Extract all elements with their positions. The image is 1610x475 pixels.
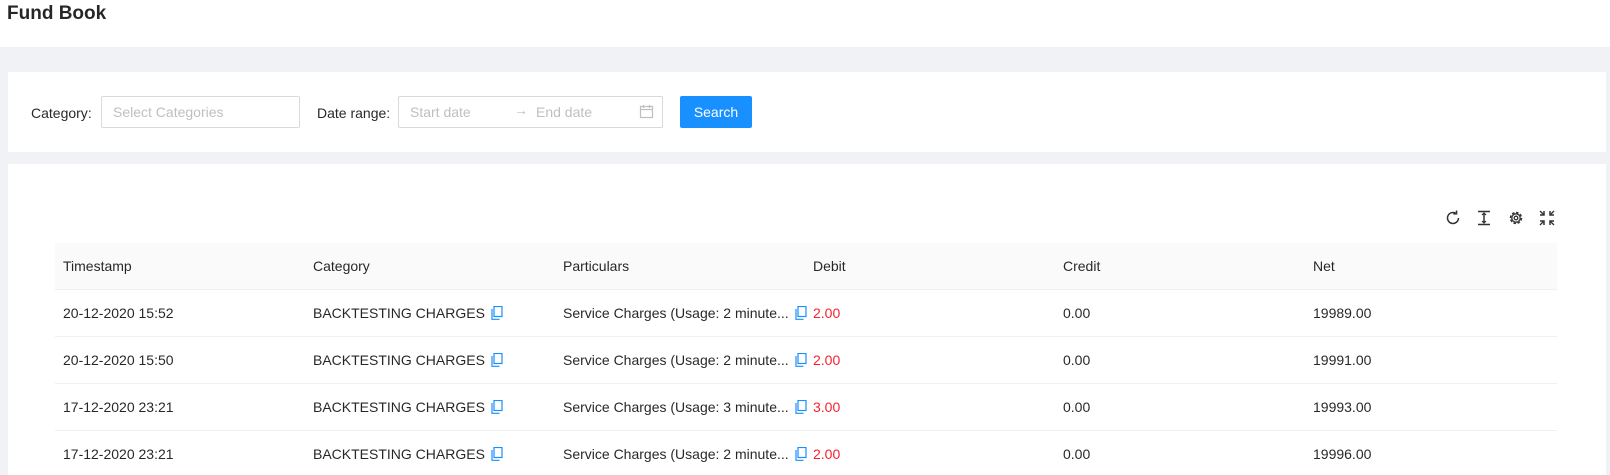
end-date-input[interactable]: End date	[529, 97, 634, 127]
cell-category-text: BACKTESTING CHARGES	[313, 399, 485, 415]
fund-book-table: Timestamp Category Particulars Debit Cre…	[55, 243, 1557, 475]
cell-debit: 2.00	[813, 305, 841, 321]
cell-timestamp: 17-12-2020 23:21	[63, 446, 174, 462]
cell-credit: 0.00	[1063, 352, 1091, 368]
cell-particulars: Service Charges (Usage: 2 minute...	[563, 431, 807, 475]
copy-icon[interactable]	[795, 399, 807, 414]
cell-timestamp: 20-12-2020 15:50	[63, 352, 174, 368]
cell-timestamp: 20-12-2020 15:52	[63, 305, 174, 321]
column-header-timestamp[interactable]: Timestamp	[63, 243, 132, 289]
table-header: Timestamp Category Particulars Debit Cre…	[55, 243, 1557, 290]
cell-particulars: Service Charges (Usage: 2 minute...	[563, 290, 807, 336]
table-row: 20-12-2020 15:52 BACKTESTING CHARGES Ser…	[55, 290, 1557, 337]
start-date-placeholder: Start date	[410, 104, 471, 120]
cell-debit: 3.00	[813, 399, 841, 415]
fullscreen-icon[interactable]	[1538, 209, 1556, 227]
cell-debit: 2.00	[813, 446, 841, 462]
cell-category: BACKTESTING CHARGES	[313, 290, 503, 336]
column-header-net[interactable]: Net	[1313, 243, 1335, 289]
copy-icon[interactable]	[491, 352, 503, 367]
cell-credit: 0.00	[1063, 399, 1091, 415]
cell-category-text: BACKTESTING CHARGES	[313, 446, 485, 462]
settings-icon[interactable]	[1507, 209, 1525, 227]
copy-icon[interactable]	[491, 399, 503, 414]
calendar-icon	[639, 104, 654, 119]
column-header-particulars[interactable]: Particulars	[563, 243, 629, 289]
cell-net: 19996.00	[1313, 446, 1372, 462]
column-header-credit[interactable]: Credit	[1063, 243, 1100, 289]
category-placeholder: Select Categories	[113, 104, 224, 120]
column-header-category[interactable]: Category	[313, 243, 370, 289]
cell-credit: 0.00	[1063, 305, 1091, 321]
cell-net: 19991.00	[1313, 352, 1372, 368]
cell-credit: 0.00	[1063, 446, 1091, 462]
table-row: 17-12-2020 23:21 BACKTESTING CHARGES Ser…	[55, 431, 1557, 475]
cell-particulars: Service Charges (Usage: 3 minute...	[563, 384, 807, 430]
cell-category-text: BACKTESTING CHARGES	[313, 305, 485, 321]
cell-particulars-text: Service Charges (Usage: 2 minute...	[563, 446, 789, 462]
cell-debit: 2.00	[813, 352, 841, 368]
cell-timestamp: 17-12-2020 23:21	[63, 399, 174, 415]
cell-net: 19993.00	[1313, 399, 1372, 415]
cell-category: BACKTESTING CHARGES	[313, 337, 503, 383]
cell-particulars-text: Service Charges (Usage: 2 minute...	[563, 305, 789, 321]
copy-icon[interactable]	[491, 305, 503, 320]
cell-net: 19989.00	[1313, 305, 1372, 321]
page-header: Fund Book	[0, 0, 1610, 47]
date-range-label: Date range:	[317, 105, 391, 121]
end-date-placeholder: End date	[536, 104, 593, 120]
page-title: Fund Book	[7, 3, 107, 24]
cell-particulars-text: Service Charges (Usage: 3 minute...	[563, 399, 789, 415]
column-header-debit[interactable]: Debit	[813, 243, 846, 289]
copy-icon[interactable]	[795, 352, 807, 367]
cell-category-text: BACKTESTING CHARGES	[313, 352, 485, 368]
table-row: 17-12-2020 23:21 BACKTESTING CHARGES Ser…	[55, 384, 1557, 431]
density-icon[interactable]	[1475, 209, 1493, 227]
table-row: 20-12-2020 15:50 BACKTESTING CHARGES Ser…	[55, 337, 1557, 384]
copy-icon[interactable]	[795, 305, 807, 320]
range-separator-arrow: →	[514, 102, 528, 118]
copy-icon[interactable]	[491, 446, 503, 461]
cell-particulars: Service Charges (Usage: 2 minute...	[563, 337, 807, 383]
date-range-picker[interactable]: Start date → End date	[398, 96, 663, 128]
search-button[interactable]: Search	[680, 96, 752, 128]
reload-icon[interactable]	[1444, 209, 1462, 227]
start-date-input[interactable]: Start date	[399, 97, 509, 127]
copy-icon[interactable]	[795, 446, 807, 461]
cell-category: BACKTESTING CHARGES	[313, 384, 503, 430]
cell-category: BACKTESTING CHARGES	[313, 431, 503, 475]
category-select[interactable]: Select Categories	[101, 96, 300, 128]
cell-particulars-text: Service Charges (Usage: 2 minute...	[563, 352, 789, 368]
filter-form: Category: Select Categories Date range: …	[8, 72, 1606, 152]
category-label: Category:	[31, 105, 92, 121]
